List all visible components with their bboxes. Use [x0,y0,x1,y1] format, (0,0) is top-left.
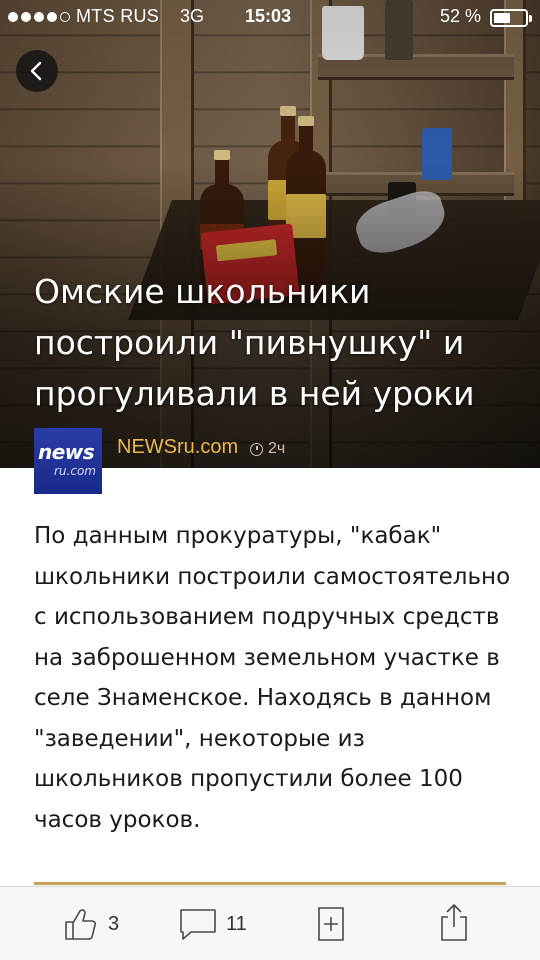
carrier-name: MTS RUS [76,6,160,26]
source-logo-text: news [38,440,95,464]
chevron-left-icon [30,61,42,81]
network-type: 3G [180,6,205,26]
share-button[interactable] [438,901,470,943]
article-time-label: 2ч [268,440,286,457]
status-time: 15:03 [245,6,292,26]
comment-icon [180,909,216,940]
clock-icon [250,442,263,456]
bookmark-add-icon [318,907,344,941]
source-name-link[interactable]: NEWSru.com [117,436,238,459]
battery-percentage: 52 % [440,6,482,26]
back-button[interactable] [16,50,58,92]
source-logo-domain: ru.com [54,464,96,478]
share-icon [441,904,467,941]
article-headline: Омские школьники построили "пивнушку" и … [34,272,475,413]
battery-icon [490,9,532,27]
bottom-toolbar: 3 11 [0,886,540,960]
signal-strength-icon [8,12,70,22]
source-logo[interactable]: news ru.com [34,428,102,494]
content-divider [34,882,506,885]
thumbs-up-icon [65,909,97,940]
bookmark-button[interactable] [316,905,346,943]
like-button[interactable]: 3 [62,905,119,943]
comments-button[interactable]: 11 [178,905,247,943]
comments-count: 11 [226,912,247,935]
article-time: 2ч [250,440,285,458]
article-body: По данным прокуратуры, "кабак" школьники… [34,523,511,833]
likes-count: 3 [108,912,120,935]
status-bar: MTS RUS 3G 15:03 52 % [0,0,540,36]
